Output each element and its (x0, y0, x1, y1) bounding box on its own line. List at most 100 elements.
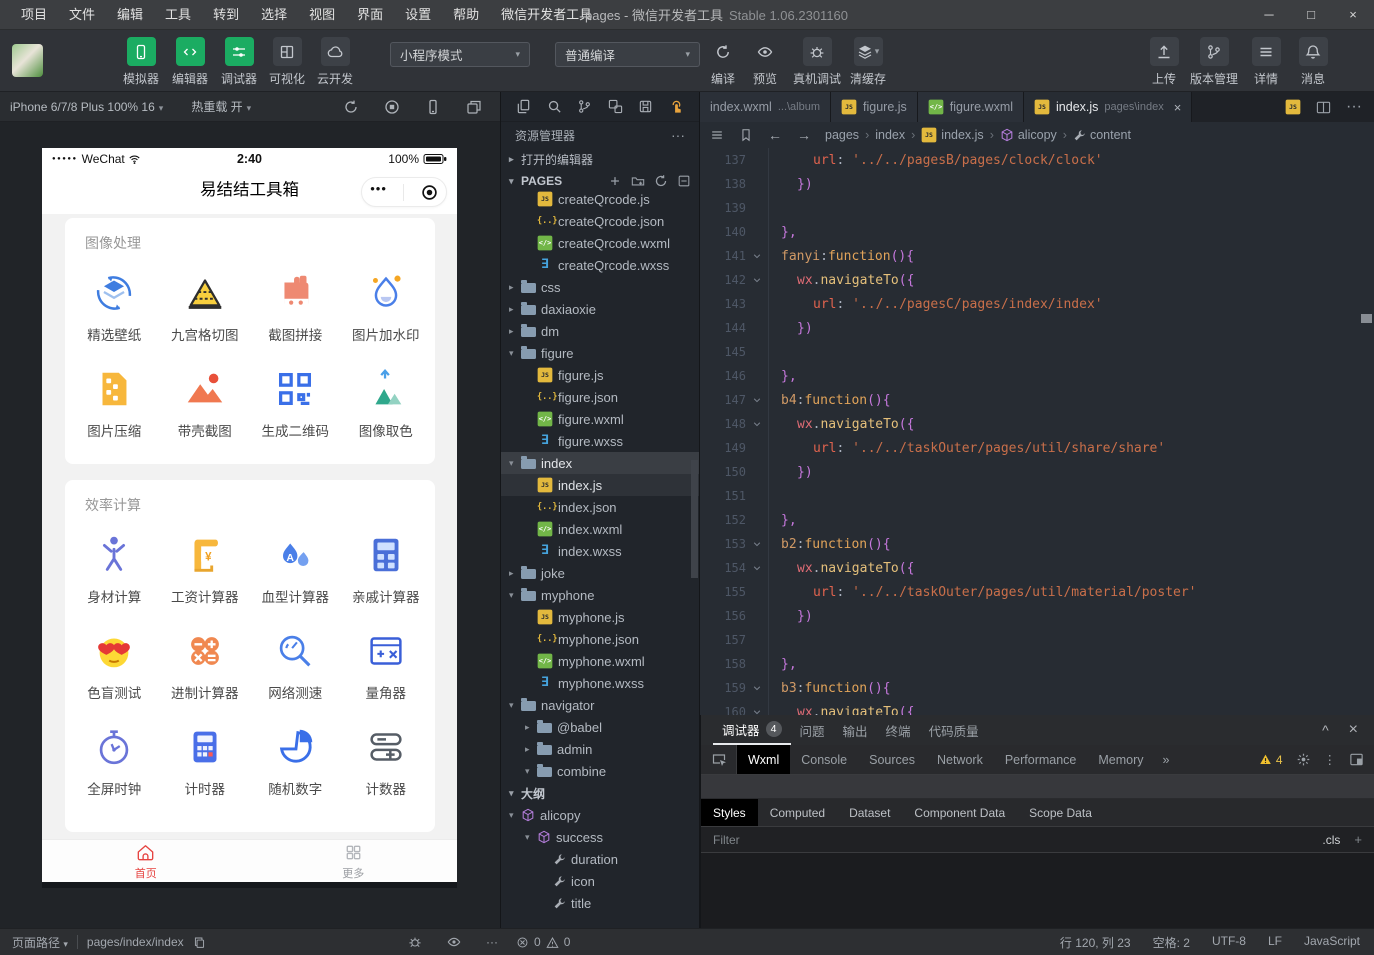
git-branch-icon[interactable] (577, 99, 592, 114)
devtools-tab-Memory[interactable]: Memory (1087, 745, 1154, 774)
back-button[interactable]: ← (768, 127, 782, 143)
collapse-panel-button[interactable]: ^ (1322, 722, 1329, 738)
inspect-element-button[interactable] (701, 745, 737, 774)
warnings-indicator[interactable]: 4 (1259, 753, 1283, 767)
debugger-tab-问题[interactable]: 问题 (791, 715, 834, 745)
devtools-tab-Wxml[interactable]: Wxml (737, 745, 790, 774)
tree-item[interactable]: icon (501, 870, 699, 892)
bookmark-icon[interactable] (739, 128, 753, 142)
bug-icon[interactable] (408, 935, 422, 949)
app-item[interactable]: 图片加水印 (341, 270, 432, 344)
tree-item[interactable]: ▾navigator (501, 694, 699, 716)
app-item[interactable]: 计数器 (341, 724, 432, 798)
exit-target-button[interactable] (421, 184, 438, 201)
toolbar-上传-button[interactable]: 上传 (1136, 37, 1192, 87)
tree-item[interactable]: ▸daxiaoxie (501, 298, 699, 320)
refresh-icon[interactable] (654, 174, 668, 188)
toolbar-预览-button[interactable]: 预览 (737, 37, 793, 87)
close-tab-icon[interactable]: × (1174, 100, 1182, 115)
fold-chevron-icon[interactable] (746, 419, 768, 429)
tree-item[interactable]: </>figure.wxml (501, 408, 699, 430)
app-item[interactable]: 网络测速 (250, 628, 341, 702)
close-panel-button[interactable]: × (1349, 721, 1358, 739)
styles-tab-Component-Data[interactable]: Component Data (902, 799, 1017, 826)
status-item[interactable]: UTF-8 (1212, 934, 1246, 951)
debugger-tab-终端[interactable]: 终端 (877, 715, 920, 745)
copy-icon[interactable] (193, 936, 206, 949)
toolbar-消息-button[interactable]: 消息 (1285, 37, 1341, 87)
tree-item[interactable]: ∃figure.wxss (501, 430, 699, 452)
app-item[interactable]: 身材计算 (69, 532, 160, 606)
devtools-tab-Sources[interactable]: Sources (858, 745, 926, 774)
toolbar-版本管理-button[interactable]: 版本管理 (1186, 37, 1242, 87)
device-icon[interactable] (425, 99, 441, 115)
touch-icon[interactable] (669, 99, 684, 114)
app-item[interactable]: 全屏时钟 (69, 724, 160, 798)
more-tabs-button[interactable]: » (1155, 745, 1178, 774)
app-item[interactable]: 精选壁纸 (69, 270, 160, 344)
outline-section[interactable]: ▾ 大纲 (501, 782, 699, 804)
maximize-button[interactable]: □ (1290, 1, 1332, 29)
fold-chevron-icon[interactable] (746, 539, 768, 549)
settings-gear-icon[interactable] (1296, 752, 1311, 767)
breadcrumb-item[interactable]: JSindex.js (921, 127, 983, 143)
more-menu-button[interactable]: ••• (370, 189, 387, 195)
menu-item[interactable]: 界面 (346, 0, 394, 30)
menu-item[interactable]: 转到 (202, 0, 250, 30)
tree-item[interactable]: </>myphone.wxml (501, 650, 699, 672)
wxml-tree-pane[interactable] (701, 775, 1374, 799)
app-item[interactable]: 计时器 (160, 724, 251, 798)
eye-icon[interactable] (447, 935, 461, 949)
app-item[interactable]: 图像取色 (341, 366, 432, 440)
status-item[interactable]: LF (1268, 934, 1282, 951)
tree-item[interactable]: ▾figure (501, 342, 699, 364)
toolbar-云开发-button[interactable]: 云开发 (307, 37, 363, 87)
editor-tab-figure.js[interactable]: JSfigure.js (831, 92, 918, 122)
devtools-tab-Network[interactable]: Network (926, 745, 994, 774)
fold-chevron-icon[interactable] (746, 395, 768, 405)
app-item[interactable]: 截图拼接 (250, 270, 341, 344)
more-icon[interactable]: ··· (486, 935, 498, 949)
new-file-icon[interactable] (608, 174, 622, 188)
app-item[interactable]: 亲戚计算器 (341, 532, 432, 606)
tabbar-首页[interactable]: 首页 (42, 840, 250, 882)
tree-item[interactable]: ▾success (501, 826, 699, 848)
tree-item[interactable]: ▾myphone (501, 584, 699, 606)
toolbar-清缓存-button[interactable]: ▾清缓存 (840, 37, 896, 87)
menu-item[interactable]: 帮助 (442, 0, 490, 30)
tree-item[interactable]: JSmyphone.js (501, 606, 699, 628)
tree-item[interactable]: </>createQrcode.wxml (501, 232, 699, 254)
fold-chevron-icon[interactable] (746, 251, 768, 261)
styles-tab-Scope-Data[interactable]: Scope Data (1017, 799, 1104, 826)
toolbar-真机调试-button[interactable]: 真机调试 (789, 37, 845, 87)
tree-item[interactable]: JScreateQrcode.js (501, 188, 699, 210)
menu-item[interactable]: 选择 (250, 0, 298, 30)
menu-item[interactable]: 文件 (58, 0, 106, 30)
fold-chevron-icon[interactable] (746, 563, 768, 573)
toolbar-编辑器-button[interactable]: 编辑器 (162, 37, 218, 87)
hot-reload-toggle[interactable]: 热重载 开▾ (191, 98, 251, 115)
app-item[interactable]: 量角器 (341, 628, 432, 702)
minimize-button[interactable]: ─ (1248, 1, 1290, 29)
new-style-rule-button[interactable]: + (1354, 832, 1362, 847)
more-actions-icon[interactable]: ··· (1346, 98, 1362, 116)
debugger-tab-调试器[interactable]: 调试器4 (713, 715, 791, 745)
toolbar-模拟器-button[interactable]: 模拟器 (113, 37, 169, 87)
tree-item[interactable]: ▾index (501, 452, 699, 474)
page-path-selector[interactable]: 页面路径 ▾ (12, 934, 68, 951)
status-item[interactable]: 空格: 2 (1153, 934, 1190, 951)
tree-item[interactable]: ▸joke (501, 562, 699, 584)
close-button[interactable]: × (1332, 1, 1374, 29)
styles-tab-Dataset[interactable]: Dataset (837, 799, 902, 826)
tabbar-更多[interactable]: 更多 (250, 840, 458, 882)
app-item[interactable]: A血型计算器 (250, 532, 341, 606)
status-item[interactable]: 行 120, 列 23 (1060, 934, 1131, 951)
new-folder-icon[interactable] (631, 174, 645, 188)
tree-item[interactable]: {..}myphone.json (501, 628, 699, 650)
menu-item[interactable]: 设置 (394, 0, 442, 30)
problems-indicator[interactable]: 0 0 (516, 935, 570, 949)
app-item[interactable]: 九宫格切图 (160, 270, 251, 344)
app-item[interactable]: ¥工资计算器 (160, 532, 251, 606)
app-item[interactable]: 带壳截图 (160, 366, 251, 440)
tree-item[interactable]: ▸css (501, 276, 699, 298)
